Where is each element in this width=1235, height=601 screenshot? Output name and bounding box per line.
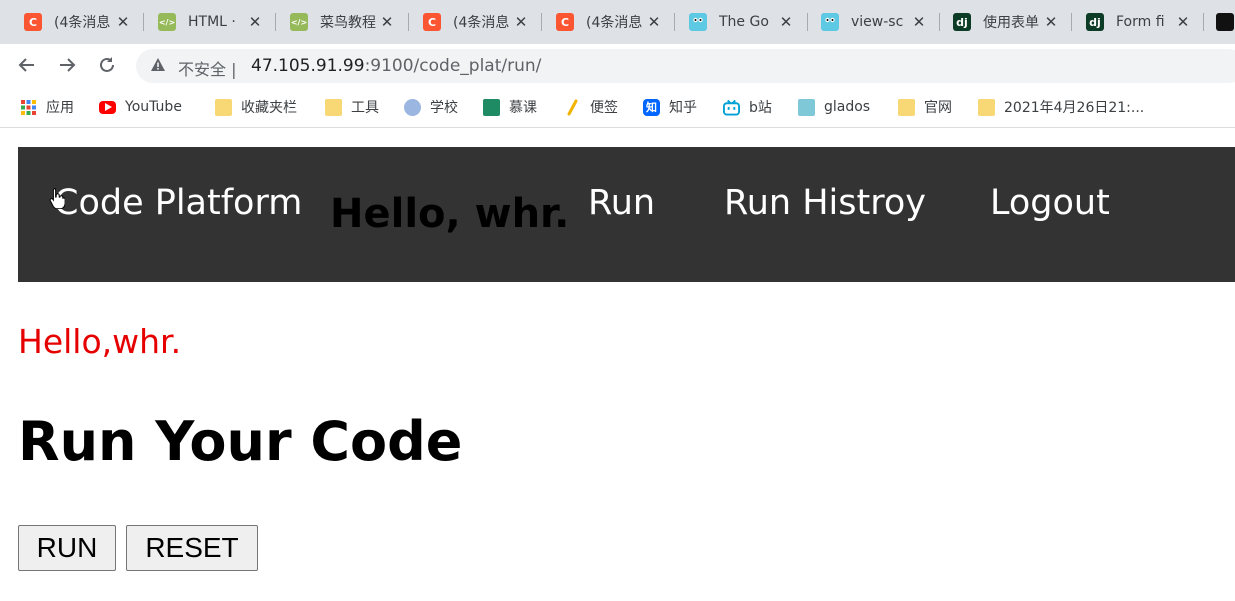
nav-greeting: Hello, whr. <box>330 191 570 237</box>
bookmark-item[interactable]: 学校 <box>404 96 458 118</box>
forward-button[interactable] <box>54 52 80 78</box>
address-bar[interactable]: 不安全 | 47.105.91.99:9100/code_plat/run/ <box>136 49 1235 83</box>
folder-icon <box>978 98 995 116</box>
bookmark-item[interactable]: 知 知乎 <box>643 96 697 118</box>
tab-title: 菜鸟教程 <box>320 15 376 31</box>
reload-button[interactable] <box>94 52 120 78</box>
tab-title: (4条消息 <box>586 15 643 31</box>
tab-title: HTML · <box>188 14 236 30</box>
nav-link-run[interactable]: Run <box>588 183 655 223</box>
forward-arrow-icon <box>60 58 76 72</box>
bookmarks-bar: 应用 YouTube 收藏夹栏 工具 学校 慕课 便签 知 知乎 b站 glad… <box>0 86 1235 128</box>
bookmark-label: 知乎 <box>669 100 697 116</box>
browser-tab[interactable]: The Go ✕ <box>689 7 795 37</box>
browser-tab[interactable]: C (4条消息 ✕ <box>423 7 530 37</box>
bookmark-label: 官网 <box>924 100 952 116</box>
close-icon[interactable]: ✕ <box>1042 13 1060 31</box>
tab-title: view-sc <box>851 14 904 30</box>
bookmark-item[interactable]: 2021年4月26日21:... <box>978 96 1144 118</box>
bookmark-item[interactable]: b站 <box>723 96 772 118</box>
bookmark-label: 收藏夹栏 <box>241 100 297 116</box>
close-icon[interactable]: ✕ <box>910 13 928 31</box>
browser-tab[interactable] <box>1216 7 1235 37</box>
bilibili-icon <box>723 99 740 116</box>
tab-title: 使用表单 <box>983 15 1039 31</box>
runoob-icon: </> <box>158 13 176 31</box>
django-icon: dj <box>953 13 971 31</box>
browser-tab[interactable]: dj Form fi ✕ <box>1086 7 1192 37</box>
browser-tab[interactable]: </> HTML · ✕ <box>158 7 264 37</box>
greeting-text: Hello,whr. <box>18 322 182 361</box>
url-text[interactable]: 47.105.91.99:9100/code_plat/run/ <box>251 56 541 76</box>
tab-title: (4条消息 <box>54 15 111 31</box>
site-navbar: Code Platform Hello, whr. Run Run Histro… <box>18 147 1235 282</box>
close-icon[interactable]: ✕ <box>1174 13 1192 31</box>
mooc-icon <box>483 98 500 116</box>
browser-tab[interactable]: C (4条消息 ✕ <box>24 7 132 37</box>
apps-grid-icon <box>20 99 37 116</box>
bookmark-item[interactable]: 收藏夹栏 <box>215 96 297 118</box>
bookmark-label: 2021年4月26日21:... <box>1004 100 1145 116</box>
nav-link-run-history[interactable]: Run Histroy <box>724 183 926 223</box>
close-icon[interactable]: ✕ <box>777 13 795 31</box>
bookmark-label: 学校 <box>430 100 458 116</box>
back-button[interactable] <box>14 52 40 78</box>
nav-link-logout[interactable]: Logout <box>990 183 1110 223</box>
django-icon: dj <box>1086 13 1104 31</box>
dark-icon <box>1216 13 1234 31</box>
school-icon <box>404 98 421 116</box>
gopher-icon <box>821 13 839 31</box>
bookmark-label: 便签 <box>590 100 618 116</box>
bookmark-item[interactable]: 工具 <box>325 96 379 118</box>
run-button[interactable]: RUN <box>18 525 116 571</box>
note-icon <box>564 99 581 116</box>
tab-title: The Go <box>719 14 769 30</box>
browser-tab[interactable]: view-sc ✕ <box>821 7 928 37</box>
hand-cursor-icon <box>49 187 66 213</box>
bookmark-label: glados <box>824 99 871 115</box>
close-icon[interactable]: ✕ <box>246 13 264 31</box>
bookmark-label: 应用 <box>46 100 74 116</box>
close-icon[interactable]: ✕ <box>512 13 530 31</box>
back-arrow-icon <box>18 58 34 72</box>
bookmark-label: b站 <box>749 100 772 116</box>
csdn-icon: C <box>556 13 574 31</box>
folder-icon <box>898 98 915 116</box>
youtube-icon <box>99 100 116 114</box>
bookmark-item[interactable]: 慕课 <box>483 96 537 118</box>
page-title: Run Your Code <box>18 410 463 473</box>
csdn-icon: C <box>24 13 42 31</box>
bookmark-item[interactable]: YouTube <box>99 96 182 118</box>
glados-icon <box>798 98 815 116</box>
bookmark-label: 慕课 <box>509 100 537 116</box>
bookmark-item[interactable]: glados <box>798 96 870 118</box>
runoob-icon: </> <box>290 13 308 31</box>
browser-tab[interactable]: C (4条消息 ✕ <box>556 7 663 37</box>
tab-title: Form fi <box>1116 14 1165 30</box>
browser-tab-strip: C (4条消息 ✕ </> HTML · ✕ </> 菜鸟教程 ✕ C (4条消… <box>0 0 1235 44</box>
close-icon[interactable]: ✕ <box>114 13 132 31</box>
browser-tab[interactable]: dj 使用表单 ✕ <box>953 7 1060 37</box>
csdn-icon: C <box>423 13 441 31</box>
folder-icon <box>215 98 232 116</box>
warning-icon[interactable] <box>150 57 166 77</box>
bookmark-item[interactable]: 应用 <box>20 96 74 118</box>
close-icon[interactable]: ✕ <box>645 13 663 31</box>
bookmark-label: YouTube <box>125 99 182 115</box>
security-label[interactable]: 不安全 | <box>178 56 237 80</box>
reset-button[interactable]: RESET <box>126 525 258 571</box>
brand-link[interactable]: Code Platform <box>54 183 302 223</box>
zhihu-icon: 知 <box>643 98 660 116</box>
bookmark-label: 工具 <box>351 100 379 116</box>
tab-title: (4条消息 <box>453 15 510 31</box>
bookmark-item[interactable]: 便签 <box>564 96 618 118</box>
folder-icon <box>325 98 342 116</box>
gopher-icon <box>689 13 707 31</box>
browser-toolbar: 不安全 | 47.105.91.99:9100/code_plat/run/ <box>0 44 1235 86</box>
close-icon[interactable]: ✕ <box>378 13 396 31</box>
bookmark-item[interactable]: 官网 <box>898 96 952 118</box>
reload-icon <box>100 57 114 72</box>
browser-tab[interactable]: </> 菜鸟教程 ✕ <box>290 7 396 37</box>
